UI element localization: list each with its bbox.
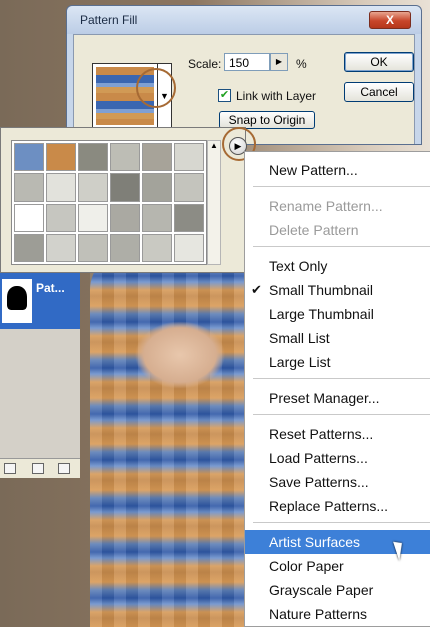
pattern-tile[interactable] (14, 233, 44, 262)
menu-item-label: Large List (269, 354, 331, 370)
menu-item-text-only[interactable]: Text Only (245, 254, 430, 278)
trash-icon[interactable] (58, 463, 70, 474)
link-with-layer-checkbox[interactable]: ✔ (218, 89, 231, 102)
menu-separator (253, 414, 430, 415)
cancel-button[interactable]: Cancel (344, 82, 414, 102)
pattern-tile[interactable] (174, 233, 204, 262)
pattern-tile[interactable] (174, 203, 204, 232)
menu-item-reset-patterns[interactable]: Reset Patterns... (245, 422, 430, 446)
pattern-tile[interactable] (110, 173, 140, 202)
check-icon: ✔ (251, 282, 262, 297)
menu-item-label: Small Thumbnail (269, 282, 374, 298)
dialog-titlebar[interactable]: Pattern Fill (67, 6, 421, 34)
pattern-tile[interactable] (46, 143, 76, 172)
menu-item-label: Artist Surfaces (269, 534, 361, 550)
menu-item-label: Load Patterns... (269, 450, 368, 466)
pattern-tile[interactable] (14, 173, 44, 202)
menu-item-delete-pattern: Delete Pattern (245, 218, 430, 242)
pattern-tile[interactable] (142, 173, 172, 202)
menu-item-nature-patterns[interactable]: Nature Patterns (245, 602, 430, 626)
layers-panel: Pat... (0, 273, 80, 478)
close-icon: X (385, 13, 394, 27)
picker-scrollbar[interactable]: ▲ (207, 140, 221, 265)
menu-item-save-patterns[interactable]: Save Patterns... (245, 470, 430, 494)
menu-item-large-list[interactable]: Large List (245, 350, 430, 374)
menu-item-small-list[interactable]: Small List (245, 326, 430, 350)
pattern-tile[interactable] (46, 233, 76, 262)
menu-item-label: Small List (269, 330, 330, 346)
menu-item-label: Preset Manager... (269, 390, 380, 406)
menu-item-grayscale-paper[interactable]: Grayscale Paper (245, 578, 430, 602)
pattern-picker-panel: ▲ ▶ (0, 127, 247, 273)
menu-separator (253, 246, 430, 247)
layer-row-selected[interactable]: Pat... (0, 273, 80, 329)
menu-item-label: Nature Patterns (269, 606, 368, 622)
menu-separator (253, 378, 430, 379)
percent-label: % (296, 57, 307, 71)
pattern-tile[interactable] (78, 233, 108, 262)
pattern-tile[interactable] (14, 203, 44, 232)
scale-label: Scale: (188, 57, 222, 71)
pattern-tile[interactable] (110, 203, 140, 232)
scale-slider-toggle[interactable]: ▶ (270, 53, 288, 71)
menu-item-label: Reset Patterns... (269, 426, 374, 442)
pattern-tile[interactable] (110, 143, 140, 172)
new-group-icon[interactable] (4, 463, 16, 474)
pattern-tile[interactable] (110, 233, 140, 262)
caret-right-icon: ▶ (275, 57, 283, 66)
menu-item-replace-patterns[interactable]: Replace Patterns... (245, 494, 430, 518)
pattern-tile[interactable] (78, 203, 108, 232)
menu-item-label: Replace Patterns... (269, 498, 389, 514)
scale-input[interactable]: 150 (224, 53, 270, 71)
scroll-up-icon: ▲ (210, 141, 218, 150)
pattern-tile[interactable] (142, 203, 172, 232)
menu-item-new-pattern[interactable]: New Pattern... (245, 158, 430, 182)
dialog-title: Pattern Fill (80, 13, 138, 27)
menu-item-label: Text Only (269, 258, 328, 274)
pattern-fill-dialog: Pattern Fill X ▼ ▪ Scale: 150 ▶ % ✔ Link… (66, 5, 422, 145)
pattern-tile[interactable] (142, 233, 172, 262)
menu-item-small-thumbnail[interactable]: ✔ Small Thumbnail (245, 278, 430, 302)
menu-item-label: Save Patterns... (269, 474, 369, 490)
pattern-tile[interactable] (46, 173, 76, 202)
menu-item-large-thumbnail[interactable]: Large Thumbnail (245, 302, 430, 326)
pattern-grid (11, 140, 207, 265)
pattern-tile[interactable] (46, 203, 76, 232)
menu-item-rename-pattern: Rename Pattern... (245, 194, 430, 218)
ok-button[interactable]: OK (344, 52, 414, 72)
layer-name: Pat... (36, 281, 65, 295)
pattern-tile[interactable] (174, 173, 204, 202)
new-layer-icon[interactable] (32, 463, 44, 474)
pattern-tile[interactable] (142, 143, 172, 172)
hands-image (120, 300, 240, 410)
menu-item-label: Grayscale Paper (269, 582, 374, 598)
close-button[interactable]: X (369, 11, 411, 29)
menu-item-label: Delete Pattern (269, 222, 359, 238)
menu-separator (253, 186, 430, 187)
pattern-tile[interactable] (78, 173, 108, 202)
menu-item-preset-manager[interactable]: Preset Manager... (245, 386, 430, 410)
annotation-circle-dropdown (136, 68, 176, 108)
check-icon: ✔ (219, 89, 230, 101)
menu-item-label: New Pattern... (269, 162, 358, 178)
pattern-tile[interactable] (174, 143, 204, 172)
menu-separator (253, 522, 430, 523)
layer-mask-thumbnail[interactable] (2, 279, 32, 323)
menu-item-label: Rename Pattern... (269, 198, 383, 214)
link-with-layer-label: Link with Layer (236, 89, 317, 103)
menu-item-load-patterns[interactable]: Load Patterns... (245, 446, 430, 470)
menu-item-label: Color Paper (269, 558, 344, 574)
menu-item-label: Large Thumbnail (269, 306, 374, 322)
pattern-tile[interactable] (14, 143, 44, 172)
pattern-tile[interactable] (78, 143, 108, 172)
layers-footer (0, 458, 80, 478)
